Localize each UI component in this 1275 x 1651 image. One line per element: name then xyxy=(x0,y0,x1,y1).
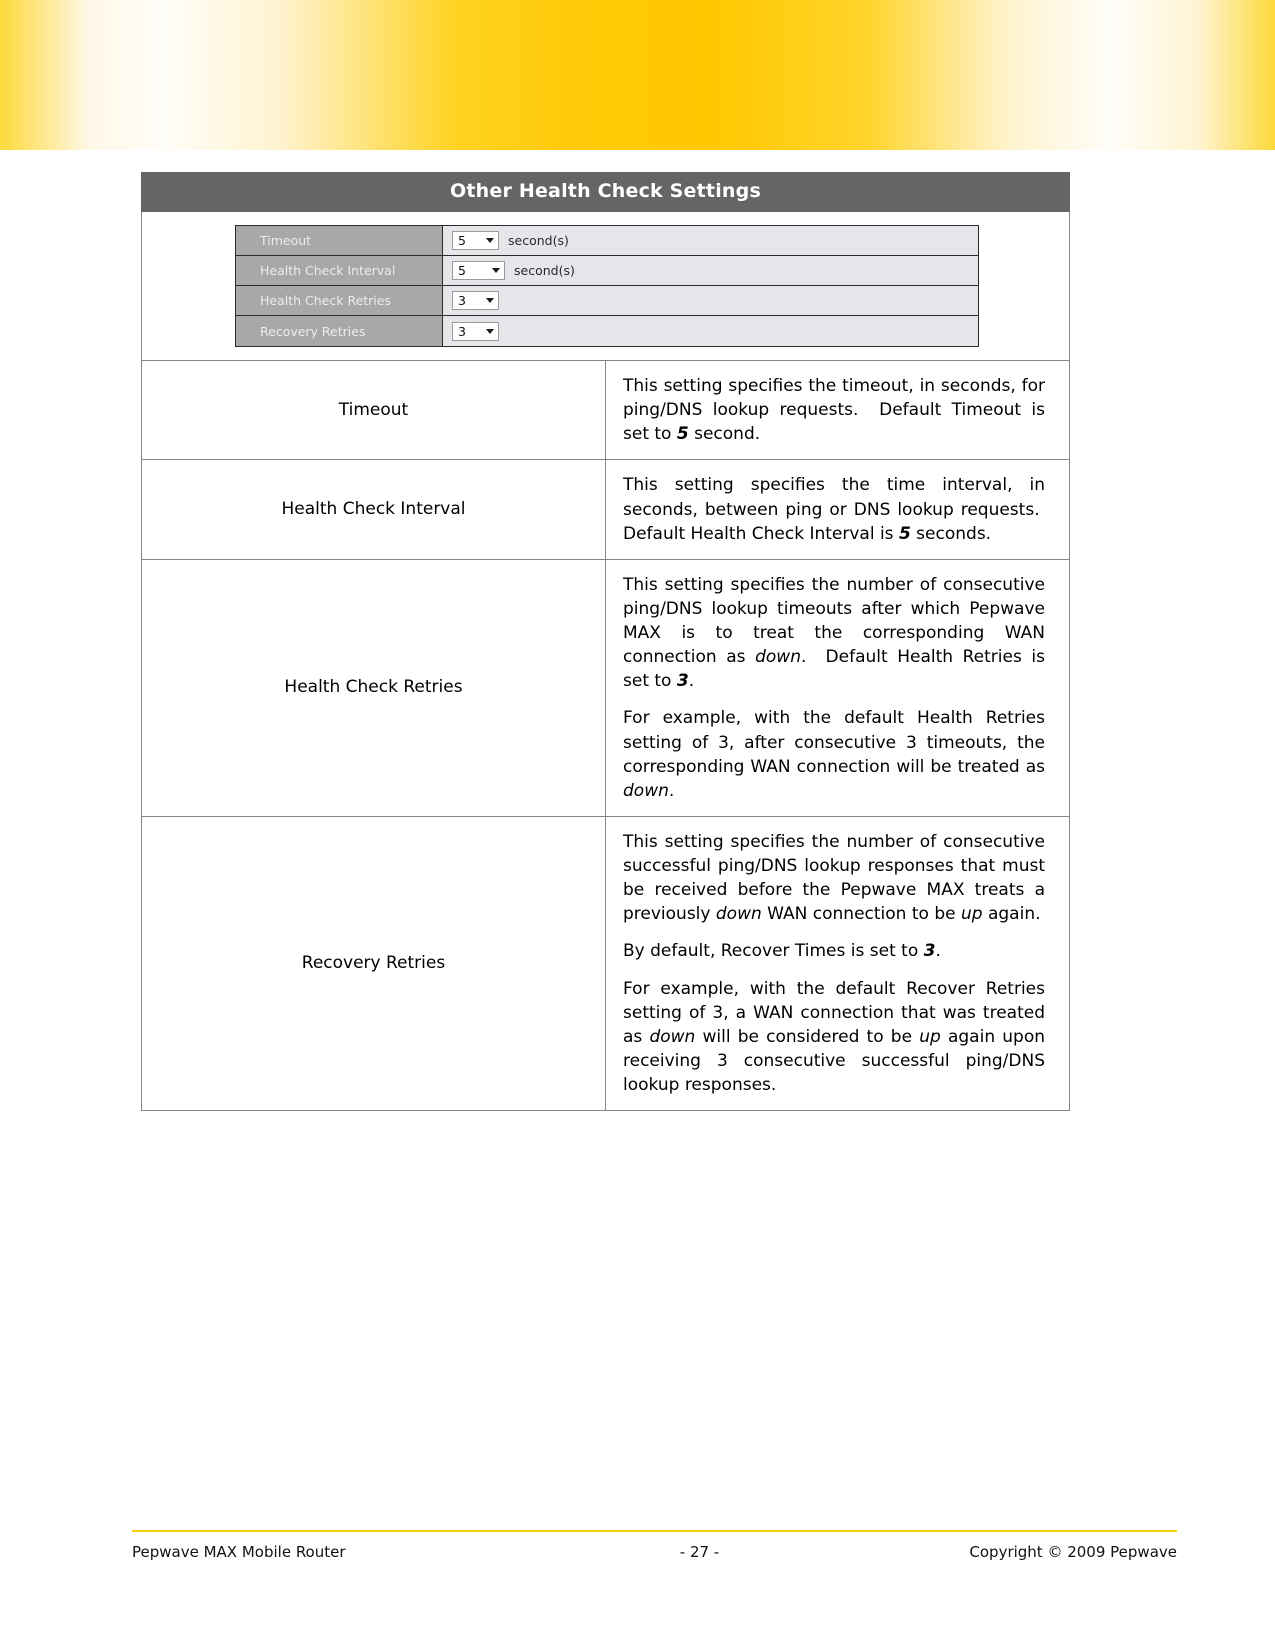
table-header-cell: Other Health Check Settings xyxy=(141,172,1070,212)
footer-divider xyxy=(132,1530,1177,1532)
screenshot-row: Timeout 5 second(s) Health Check Interva… xyxy=(141,211,1070,361)
footer-page-number: - 27 - xyxy=(679,1543,720,1561)
health-check-interval-select[interactable]: 5 xyxy=(452,261,505,280)
description-paragraph: This setting specifies the timeout, in s… xyxy=(623,376,1045,445)
description-paragraph: This setting specifies the time interval… xyxy=(623,475,1045,544)
footer-document-title: Pepwave MAX Mobile Router xyxy=(132,1543,346,1561)
description-paragraph: By default, Recover Times is set to 3. xyxy=(623,941,941,962)
term-timeout: Timeout xyxy=(141,359,606,461)
screenshot-cell: Timeout 5 second(s) Health Check Interva… xyxy=(141,211,1070,361)
term-health-check-interval: Health Check Interval xyxy=(141,459,606,560)
form-field-timeout: 5 second(s) xyxy=(443,226,978,255)
form-row-timeout: Timeout 5 second(s) xyxy=(236,226,978,256)
page-footer: Pepwave MAX Mobile Router - 27 - Copyrig… xyxy=(132,1543,1177,1561)
form-row-health-check-retries: Health Check Retries 3 xyxy=(236,286,978,316)
banner-bottom-edge xyxy=(0,150,1275,152)
form-label-recovery-retries: Recovery Retries xyxy=(236,316,443,346)
recovery-retries-select[interactable]: 3 xyxy=(452,321,499,341)
timeout-select-value: 5 xyxy=(458,233,466,248)
settings-reference-table: Other Health Check Settings Timeout 5 se… xyxy=(141,172,1070,1112)
form-label-timeout: Timeout xyxy=(236,226,443,255)
description-health-check-interval: This setting specifies the time interval… xyxy=(605,459,1070,560)
chevron-down-icon xyxy=(486,328,494,334)
health-check-interval-select-value: 5 xyxy=(458,263,466,278)
description-paragraph: This setting specifies the number of con… xyxy=(623,831,1045,925)
chevron-down-icon xyxy=(486,298,494,303)
term-recovery-retries: Recovery Retries xyxy=(141,815,606,1112)
table-row: Timeout This setting specifies the timeo… xyxy=(141,359,1070,461)
table-title: Other Health Check Settings xyxy=(450,180,761,202)
table-row: Recovery Retries This setting specifies … xyxy=(141,815,1070,1112)
page-banner xyxy=(0,0,1275,152)
form-label-health-check-retries: Health Check Retries xyxy=(236,286,443,315)
term-health-check-retries: Health Check Retries xyxy=(141,558,606,817)
table-row: Health Check Interval This setting speci… xyxy=(141,459,1070,560)
form-field-recovery-retries: 3 xyxy=(443,316,978,346)
recovery-retries-select-value: 3 xyxy=(458,323,466,339)
form-label-health-check-interval: Health Check Interval xyxy=(236,256,443,285)
chevron-down-icon xyxy=(486,238,494,243)
description-paragraph: This setting specifies the number of con… xyxy=(623,574,1045,692)
form-field-health-check-retries: 3 xyxy=(443,286,978,315)
timeout-select[interactable]: 5 xyxy=(452,231,499,250)
table-header-row: Other Health Check Settings xyxy=(141,172,1070,212)
health-check-retries-select-value: 3 xyxy=(458,293,466,308)
description-paragraph: For example, with the default Recover Re… xyxy=(623,978,1046,1096)
description-recovery-retries: This setting specifies the number of con… xyxy=(605,815,1070,1112)
description-timeout: This setting specifies the timeout, in s… xyxy=(605,359,1070,461)
form-row-recovery-retries: Recovery Retries 3 xyxy=(236,316,978,346)
description-paragraph: For example, with the default Health Ret… xyxy=(623,708,1045,801)
timeout-unit-label: second(s) xyxy=(508,233,569,248)
form-field-health-check-interval: 5 second(s) xyxy=(443,256,978,285)
chevron-down-icon xyxy=(492,268,500,273)
health-check-interval-unit-label: second(s) xyxy=(514,263,575,278)
form-row-health-check-interval: Health Check Interval 5 second(s) xyxy=(236,256,978,286)
footer-copyright: Copyright © 2009 Pepwave xyxy=(969,1543,1177,1561)
health-check-settings-form: Timeout 5 second(s) Health Check Interva… xyxy=(235,225,979,347)
health-check-retries-select[interactable]: 3 xyxy=(452,291,499,310)
table-row: Health Check Retries This setting specif… xyxy=(141,558,1070,817)
description-health-check-retries: This setting specifies the number of con… xyxy=(605,558,1070,817)
